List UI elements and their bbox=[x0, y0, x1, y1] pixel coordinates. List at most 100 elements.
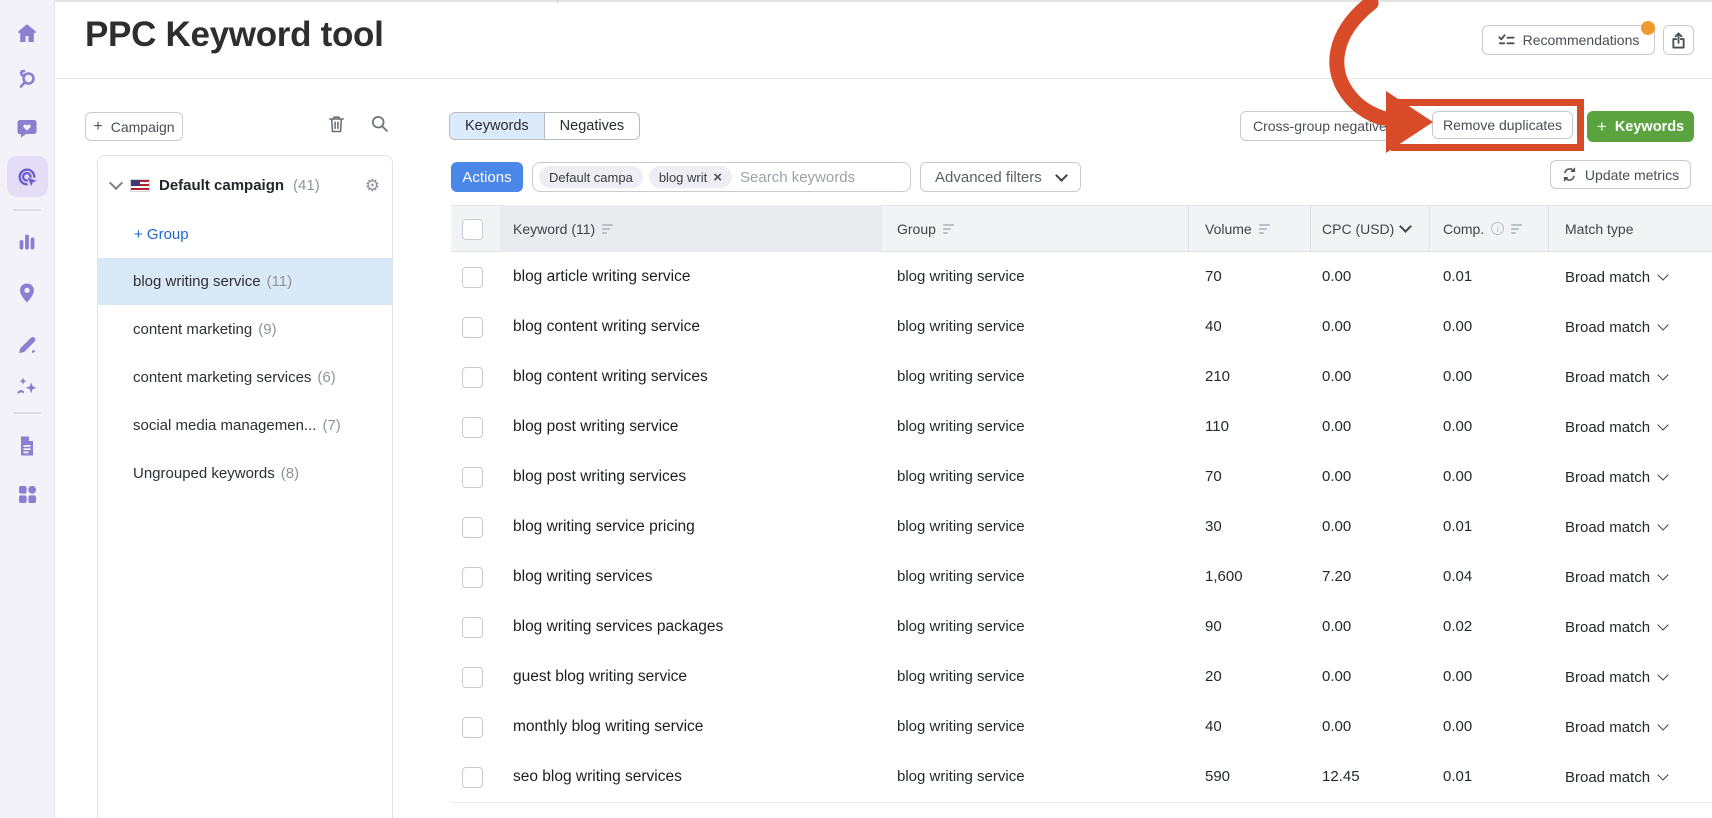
select-all-checkbox[interactable] bbox=[462, 219, 483, 240]
chevron-down-icon bbox=[1657, 769, 1669, 781]
advanced-filters-label: Advanced filters bbox=[935, 168, 1042, 186]
remove-duplicates-button[interactable]: Remove duplicates bbox=[1432, 111, 1573, 139]
row-checkbox[interactable] bbox=[462, 367, 483, 388]
row-checkbox[interactable] bbox=[462, 667, 483, 688]
chip-close-icon[interactable]: × bbox=[713, 170, 722, 185]
cpc-cell: 0.00 bbox=[1322, 318, 1352, 335]
delete-campaign-button[interactable] bbox=[327, 114, 346, 137]
advanced-filters-button[interactable]: Advanced filters bbox=[920, 162, 1081, 192]
table-row: blog writing services blog writing servi… bbox=[451, 552, 1712, 603]
export-button[interactable] bbox=[1663, 25, 1694, 55]
ppc-keyword-tool-icon[interactable] bbox=[15, 165, 39, 189]
row-checkbox[interactable] bbox=[462, 617, 483, 638]
volume-cell: 70 bbox=[1205, 468, 1222, 485]
group-name: content marketing bbox=[133, 321, 253, 338]
filter-chip-keyword[interactable]: blog writ × bbox=[648, 166, 733, 188]
notification-badge bbox=[1641, 21, 1655, 35]
social-media-icon[interactable] bbox=[15, 116, 39, 140]
cpc-header-label: CPC (USD) bbox=[1322, 220, 1395, 237]
collapse-chevron-icon[interactable] bbox=[108, 175, 124, 191]
match-type-dropdown[interactable]: Broad match bbox=[1565, 302, 1669, 352]
comp-cell: 0.00 bbox=[1443, 668, 1473, 685]
match-type-dropdown[interactable]: Broad match bbox=[1565, 352, 1669, 402]
match-type-dropdown[interactable]: Broad match bbox=[1565, 502, 1669, 552]
match-type-dropdown[interactable]: Broad match bbox=[1565, 402, 1669, 452]
keyword-cell: blog post writing service bbox=[513, 418, 679, 435]
search-keywords-input[interactable] bbox=[738, 167, 902, 187]
match-type-dropdown[interactable]: Broad match bbox=[1565, 702, 1669, 752]
home-icon[interactable] bbox=[15, 21, 39, 45]
campaign-panel: Default campaign (41) ⚙ + Group blog wri… bbox=[97, 155, 393, 818]
comp-cell: 0.04 bbox=[1443, 568, 1473, 585]
row-checkbox[interactable] bbox=[462, 517, 483, 538]
chevron-down-icon bbox=[1657, 369, 1669, 381]
table-row: monthly blog writing service blog writin… bbox=[451, 702, 1712, 753]
tab-negatives[interactable]: Negatives bbox=[545, 113, 639, 139]
group-item[interactable]: social media managemen... (7) bbox=[98, 402, 392, 449]
comp-cell: 0.01 bbox=[1443, 518, 1473, 535]
comp-cell: 0.00 bbox=[1443, 718, 1473, 735]
column-header-group[interactable]: Group bbox=[897, 205, 954, 252]
trash-icon bbox=[329, 116, 344, 133]
recommendations-button[interactable]: Recommendations bbox=[1482, 25, 1655, 55]
row-checkbox[interactable] bbox=[462, 267, 483, 288]
column-header-keyword[interactable]: Keyword (11) bbox=[513, 205, 614, 252]
row-checkbox[interactable] bbox=[462, 467, 483, 488]
add-group-button[interactable]: + Group bbox=[134, 226, 189, 243]
apps-icon[interactable] bbox=[15, 482, 39, 506]
tab-keywords-label: Keywords bbox=[465, 118, 529, 134]
volume-cell: 40 bbox=[1205, 318, 1222, 335]
add-keywords-button[interactable]: + Keywords bbox=[1587, 111, 1694, 142]
actions-button[interactable]: Actions bbox=[451, 162, 523, 192]
group-item[interactable]: content marketing services (6) bbox=[98, 354, 392, 401]
analytics-icon[interactable] bbox=[15, 230, 39, 254]
gear-icon[interactable]: ⚙ bbox=[365, 177, 380, 194]
row-checkbox[interactable] bbox=[462, 767, 483, 788]
row-checkbox[interactable] bbox=[462, 567, 483, 588]
comp-cell: 0.00 bbox=[1443, 418, 1473, 435]
group-item[interactable]: blog writing service (11) bbox=[98, 258, 392, 305]
cpc-cell: 0.00 bbox=[1322, 418, 1352, 435]
match-type-label: Broad match bbox=[1565, 368, 1651, 386]
tab-keywords[interactable]: Keywords bbox=[450, 113, 545, 139]
match-type-dropdown[interactable]: Broad match bbox=[1565, 452, 1669, 502]
content-editor-icon[interactable] bbox=[15, 333, 39, 357]
reports-icon[interactable] bbox=[15, 434, 39, 458]
match-type-header-label: Match type bbox=[1565, 220, 1634, 237]
keyword-cell: blog writing services bbox=[513, 568, 653, 585]
keyword-search-box[interactable]: Default campa blog writ × bbox=[532, 162, 911, 192]
update-metrics-button[interactable]: Update metrics bbox=[1550, 160, 1691, 189]
keyword-cell: blog writing service pricing bbox=[513, 518, 695, 535]
add-campaign-button[interactable]: + Campaign bbox=[85, 112, 183, 141]
keyword-research-icon[interactable] bbox=[15, 68, 39, 92]
column-header-cpc[interactable]: CPC (USD) bbox=[1322, 205, 1413, 252]
column-divider bbox=[1548, 205, 1549, 252]
group-item[interactable]: Ungrouped keywords (8) bbox=[98, 450, 392, 497]
match-type-dropdown[interactable]: Broad match bbox=[1565, 602, 1669, 652]
row-checkbox[interactable] bbox=[462, 317, 483, 338]
match-type-dropdown[interactable]: Broad match bbox=[1565, 252, 1669, 302]
search-groups-button[interactable] bbox=[370, 114, 389, 136]
column-header-comp[interactable]: Comp. i bbox=[1443, 205, 1523, 252]
comp-header-label: Comp. bbox=[1443, 220, 1485, 237]
column-divider bbox=[1310, 205, 1311, 252]
cpc-cell: 0.00 bbox=[1322, 618, 1352, 635]
group-item[interactable]: content marketing (9) bbox=[98, 306, 392, 353]
add-campaign-label: Campaign bbox=[110, 118, 175, 135]
group-cell: blog writing service bbox=[897, 668, 1025, 685]
cross-group-negatives-button[interactable]: Cross-group negatives bbox=[1240, 111, 1398, 141]
comp-cell: 0.00 bbox=[1443, 318, 1473, 335]
tab-negatives-label: Negatives bbox=[559, 118, 625, 134]
match-type-dropdown[interactable]: Broad match bbox=[1565, 552, 1669, 602]
group-header-label: Group bbox=[897, 220, 936, 237]
column-header-volume[interactable]: Volume bbox=[1205, 205, 1270, 252]
match-type-dropdown[interactable]: Broad match bbox=[1565, 652, 1669, 702]
row-checkbox[interactable] bbox=[462, 417, 483, 438]
keyword-cell: blog content writing service bbox=[513, 318, 700, 335]
row-checkbox[interactable] bbox=[462, 717, 483, 738]
match-type-dropdown[interactable]: Broad match bbox=[1565, 752, 1669, 802]
filter-chip-campaign[interactable]: Default campa bbox=[539, 166, 643, 188]
local-marketing-icon[interactable] bbox=[15, 281, 39, 305]
group-count: (9) bbox=[258, 321, 277, 338]
ai-assistant-icon[interactable] bbox=[15, 374, 39, 398]
